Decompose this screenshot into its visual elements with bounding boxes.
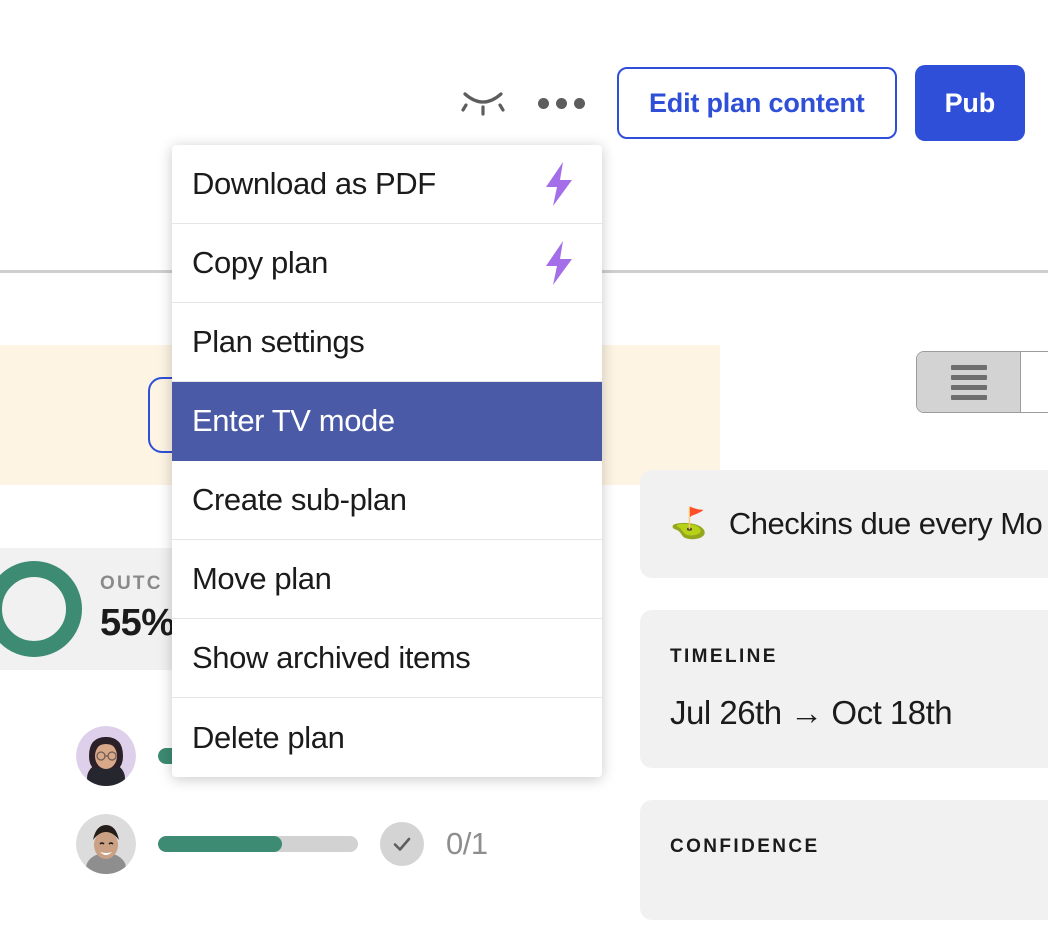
- menu-item-label: Show archived items: [192, 640, 471, 675]
- menu-item-copy-plan[interactable]: Copy plan: [172, 224, 602, 303]
- confidence-label: CONFIDENCE: [670, 836, 820, 857]
- menu-item-show-archived-items[interactable]: Show archived items: [172, 619, 602, 698]
- menu-item-label: Create sub-plan: [192, 482, 407, 517]
- menu-item-label: Download as PDF: [192, 166, 436, 201]
- ellipsis-icon: [537, 97, 585, 109]
- member-row: 0/1: [76, 800, 596, 888]
- outcome-text-group: OUTC 55%: [100, 573, 175, 645]
- edit-plan-content-button[interactable]: Edit plan content: [617, 67, 897, 139]
- menu-item-download-as-pdf[interactable]: Download as PDF: [172, 145, 602, 224]
- avatar[interactable]: [76, 814, 136, 874]
- checkin-check-icon: [380, 822, 424, 866]
- view-mode-toggle[interactable]: [916, 351, 1048, 413]
- menu-item-label: Plan settings: [192, 324, 365, 359]
- outcome-label: OUTC: [100, 573, 163, 594]
- eye-off-icon: [461, 88, 505, 118]
- hide-plan-button[interactable]: [455, 75, 511, 131]
- menu-item-plan-settings[interactable]: Plan settings: [172, 303, 602, 382]
- menu-item-delete-plan[interactable]: Delete plan: [172, 698, 602, 777]
- menu-item-label: Copy plan: [192, 245, 328, 280]
- member-progress-fill: [158, 836, 282, 852]
- golf-flag-icon: ⛳: [670, 507, 707, 540]
- confidence-card: CONFIDENCE: [640, 800, 1048, 920]
- menu-item-label: Move plan: [192, 561, 332, 596]
- outcome-progress-ring: [0, 557, 86, 661]
- lightning-bolt-icon: [538, 160, 580, 208]
- menu-item-enter-tv-mode[interactable]: Enter TV mode: [172, 382, 602, 461]
- menu-item-label: Delete plan: [192, 719, 345, 755]
- member-progress-bar: [158, 836, 358, 852]
- more-options-button[interactable]: [533, 75, 589, 131]
- plan-options-menu[interactable]: Download as PDF Copy plan Plan settings …: [172, 145, 602, 777]
- publish-button[interactable]: Pub: [914, 65, 1025, 141]
- checkin-count-label: 0/1: [446, 826, 488, 861]
- avatar[interactable]: [76, 726, 136, 786]
- outcome-percent-value: 55%: [100, 602, 175, 644]
- view-toggle-list[interactable]: [917, 352, 1021, 412]
- timeline-label: TIMELINE: [670, 646, 778, 667]
- timeline-card: TIMELINE Jul 26th → Oct 18th: [640, 610, 1048, 768]
- menu-item-create-sub-plan[interactable]: Create sub-plan: [172, 461, 602, 540]
- view-toggle-grid[interactable]: [1021, 352, 1048, 412]
- menu-item-label: Enter TV mode: [192, 403, 395, 438]
- checkins-text: Checkins due every Mo: [728, 506, 1043, 541]
- menu-item-move-plan[interactable]: Move plan: [172, 540, 602, 619]
- timeline-value: Jul 26th → Oct 18th: [670, 694, 953, 731]
- toolbar-actions: Edit plan content Pub: [455, 65, 1025, 141]
- list-view-icon: [950, 364, 987, 400]
- lightning-bolt-icon: [538, 239, 580, 287]
- checkins-card: ⛳ Checkins due every Mo: [640, 470, 1048, 578]
- plan-detail-rail: ⛳ Checkins due every Mo TIMELINE Jul 26t…: [640, 470, 1048, 952]
